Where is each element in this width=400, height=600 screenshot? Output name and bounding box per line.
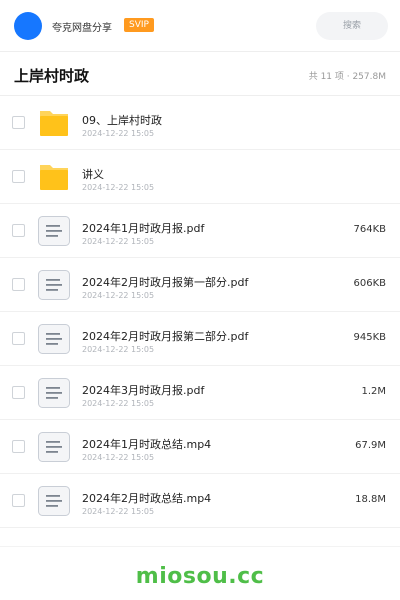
select-checkbox[interactable] <box>12 494 25 507</box>
file-date: 2024-12-22 15:05 <box>82 507 155 516</box>
document-icon <box>38 270 70 300</box>
file-date: 2024-12-22 15:05 <box>82 129 155 138</box>
document-icon <box>38 486 70 516</box>
folder-icon <box>38 108 70 138</box>
search-input[interactable]: 搜索 <box>316 12 388 40</box>
document-icon <box>38 432 70 462</box>
svip-badge: SVIP <box>124 18 154 32</box>
file-name: 2024年3月时政月报.pdf <box>82 384 205 397</box>
select-checkbox[interactable] <box>12 224 25 237</box>
avatar[interactable] <box>14 12 42 40</box>
file-date: 2024-12-22 15:05 <box>82 345 155 354</box>
file-row[interactable]: 2024年3月时政月报.pdf 2024-12-22 15:05 1.2M <box>0 366 400 420</box>
top-bar: 夸克网盘分享 SVIP 搜索 <box>0 0 400 52</box>
select-checkbox[interactable] <box>12 116 25 129</box>
file-row[interactable]: 2024年2月时政月报第二部分.pdf 2024-12-22 15:05 945KB <box>0 312 400 366</box>
file-name: 09、上岸村时政 <box>82 114 162 127</box>
file-name: 2024年2月时政月报第一部分.pdf <box>82 276 249 289</box>
select-checkbox[interactable] <box>12 278 25 291</box>
file-name: 讲义 <box>82 168 104 181</box>
file-size: 606KB <box>353 278 386 289</box>
folder-header: 上岸村时政 共 11 项 · 257.8M <box>0 52 400 96</box>
file-row[interactable]: 讲义 2024-12-22 15:05 <box>0 150 400 204</box>
page-title: 上岸村时政 <box>14 67 90 85</box>
file-size: 67.9M <box>355 440 386 451</box>
folder-icon <box>38 162 70 192</box>
file-name: 2024年2月时政月报第二部分.pdf <box>82 330 249 343</box>
file-row[interactable]: 2024年1月时政总结.mp4 2024-12-22 15:05 67.9M <box>0 420 400 474</box>
file-size: 18.8M <box>355 494 386 505</box>
file-row[interactable]: 09、上岸村时政 2024-12-22 15:05 <box>0 96 400 150</box>
file-date: 2024-12-22 15:05 <box>82 453 155 462</box>
document-icon <box>38 378 70 408</box>
username: 夸克网盘分享 <box>52 23 112 34</box>
file-size: 945KB <box>353 332 386 343</box>
file-date: 2024-12-22 15:05 <box>82 237 155 246</box>
item-summary: 共 11 项 · 257.8M <box>308 72 386 82</box>
file-name: 2024年1月时政总结.mp4 <box>82 438 212 451</box>
document-icon <box>38 216 70 246</box>
file-row[interactable]: 2024年1月时政月报.pdf 2024-12-22 15:05 764KB <box>0 204 400 258</box>
select-checkbox[interactable] <box>12 386 25 399</box>
document-icon <box>38 324 70 354</box>
file-size: 764KB <box>353 224 386 235</box>
file-row[interactable]: 2024年2月时政月报第一部分.pdf 2024-12-22 15:05 606KB <box>0 258 400 312</box>
file-list: 09、上岸村时政 2024-12-22 15:05 讲义 2024-12-22 15:… <box>0 96 400 528</box>
file-name: 2024年1月时政月报.pdf <box>82 222 205 235</box>
select-checkbox[interactable] <box>12 440 25 453</box>
watermark: miosou.cc <box>135 564 265 589</box>
select-checkbox[interactable] <box>12 170 25 183</box>
select-checkbox[interactable] <box>12 332 25 345</box>
file-row[interactable]: 2024年2月时政总结.mp4 2024-12-22 15:05 18.8M <box>0 474 400 528</box>
file-size: 1.2M <box>361 386 386 397</box>
file-date: 2024-12-22 15:05 <box>82 399 155 408</box>
file-date: 2024-12-22 15:05 <box>82 291 155 300</box>
file-name: 2024年2月时政总结.mp4 <box>82 492 212 505</box>
file-date: 2024-12-22 15:05 <box>82 183 155 192</box>
